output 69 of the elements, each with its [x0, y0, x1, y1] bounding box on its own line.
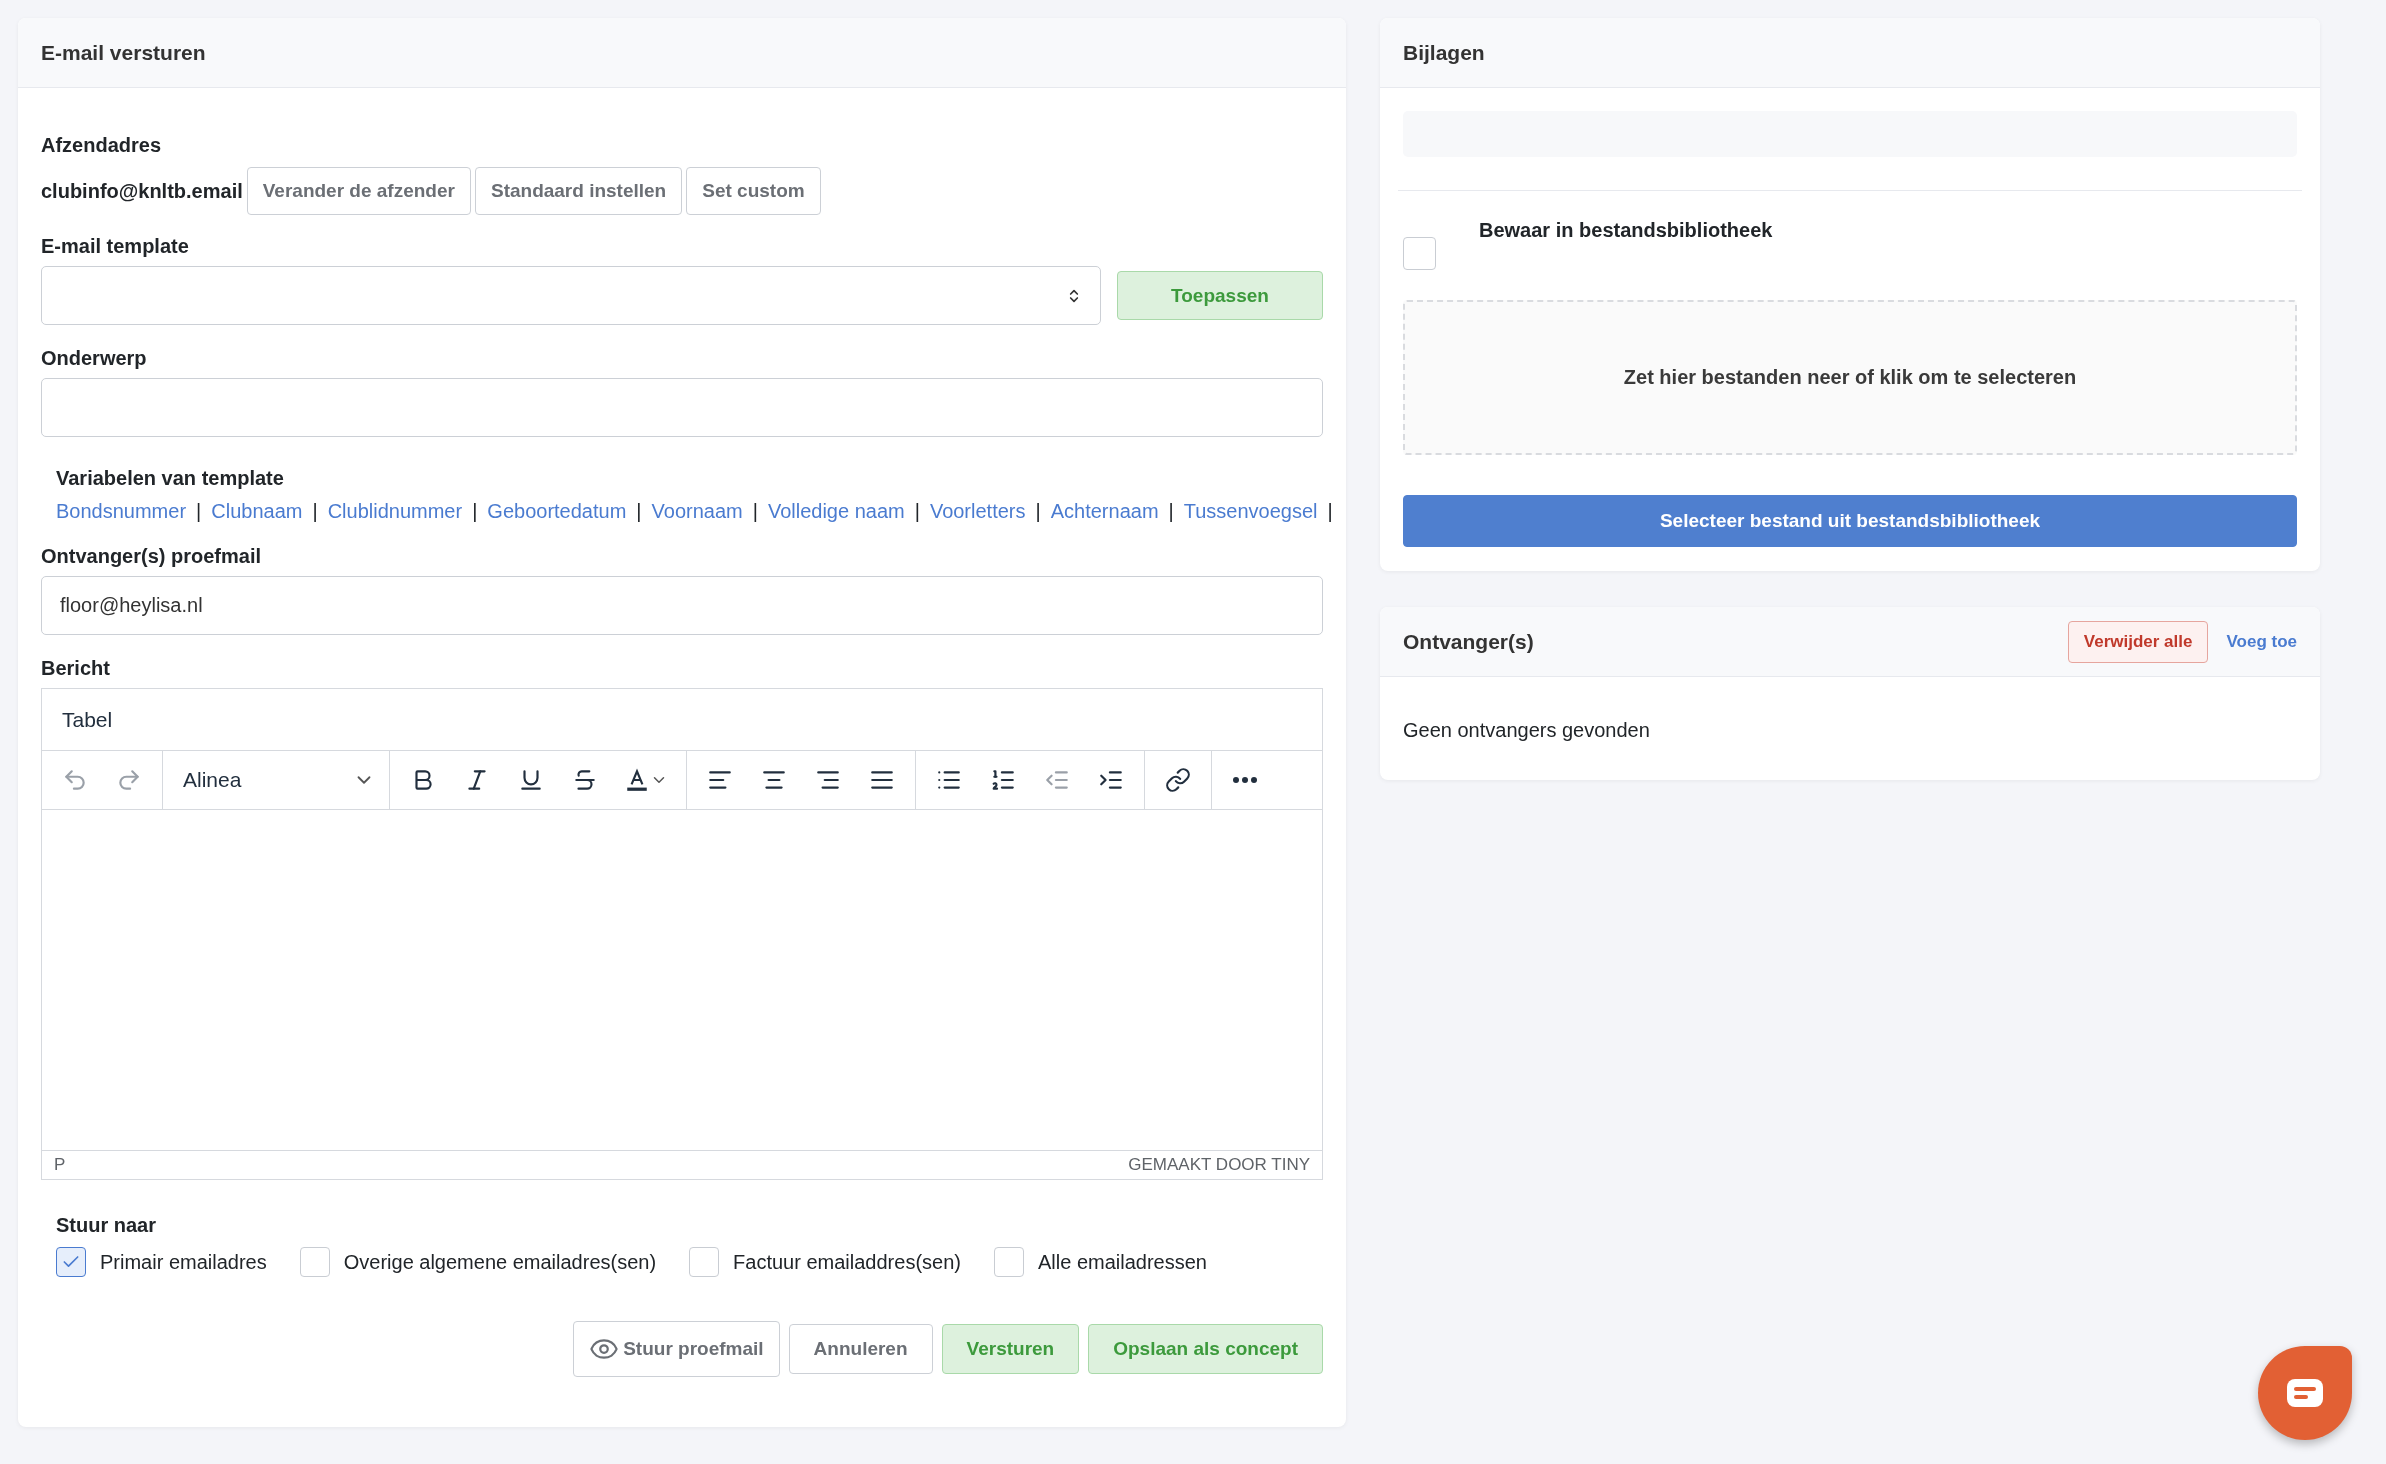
field-label: Onderwerp — [41, 347, 147, 370]
separator-text: | — [312, 500, 318, 523]
file-dropzone[interactable]: Zet hier bestanden neer of klik om te selecteren — [1403, 300, 2297, 455]
subject-input[interactable] — [41, 378, 1323, 437]
template-variable-link[interactable]: Achternaam — [1050, 500, 1159, 523]
action-button[interactable]: Versturen — [941, 1324, 1080, 1374]
sender-button[interactable]: Verander de afzender — [246, 167, 471, 215]
card-title: E-mail versturen — [41, 40, 206, 65]
remove-all-button[interactable]: Verwijder alle — [2067, 620, 2209, 663]
apply-button[interactable]: Toepassen — [1117, 271, 1323, 320]
action-button[interactable]: Opslaan als concept — [1088, 1324, 1323, 1374]
separator-text: | — [472, 500, 478, 523]
test-email-input[interactable]: floor@heylisa.nl — [41, 576, 1323, 635]
template-variable-link[interactable]: Voornaam — [651, 500, 743, 523]
template-variable-link[interactable]: Voorletters — [929, 500, 1026, 523]
separator-text: | — [1035, 500, 1041, 523]
checkbox[interactable] — [993, 1247, 1024, 1277]
rich-text-editor[interactable]: Tabel Alinea P GEMAAKT DOOR TINY — [41, 688, 1323, 1180]
checkbox-label: Overige algemene emailadres(sen) — [343, 1250, 657, 1274]
sender-button[interactable]: Standaard instellen — [474, 167, 683, 215]
underline-icon — [518, 767, 544, 793]
template-variable-link[interactable]: Bondsnummer — [56, 500, 187, 523]
block-format-select[interactable]: Alinea — [171, 758, 381, 802]
field-label: E-mail template — [41, 235, 189, 258]
redo-icon — [116, 767, 142, 793]
template-variable-link[interactable]: Geboortedatum — [487, 500, 627, 523]
strikethrough-icon — [572, 767, 598, 793]
library-button[interactable]: Selecteer bestand uit bestandsbibliotheek — [1403, 495, 2297, 547]
separator-text: | — [914, 500, 920, 523]
link-icon — [1165, 767, 1191, 793]
editor-branding: GEMAAKT DOOR TINY — [1128, 1155, 1310, 1175]
chat-button[interactable] — [2258, 1346, 2352, 1440]
text-color-icon — [624, 767, 650, 793]
checkbox[interactable] — [56, 1247, 86, 1277]
send-test-button[interactable]: Stuur proefmail — [573, 1321, 780, 1377]
separator-text: | — [196, 500, 202, 523]
element-path: P — [54, 1155, 66, 1175]
checkbox-label: Factuur emailaddres(sen) — [733, 1250, 961, 1274]
section-label: Variabelen van template — [56, 467, 284, 490]
checkbox[interactable] — [689, 1247, 720, 1277]
field-label: Stuur naar — [56, 1214, 157, 1237]
more-icon — [1233, 777, 1257, 783]
empty-message: Geen ontvangers gevonden — [1403, 719, 1651, 742]
field-label: Ontvanger(s) proefmail — [41, 545, 262, 568]
numbered-list-icon — [990, 767, 1016, 793]
separator-text: | — [636, 500, 642, 523]
checkbox-label: Alle emailadressen — [1037, 1250, 1207, 1274]
editor-menu-item[interactable]: Tabel — [50, 701, 125, 738]
template-variable-link[interactable]: Tussenvoegsel — [1183, 500, 1318, 523]
sender-button[interactable]: Set custom — [686, 167, 821, 215]
add-link[interactable]: Voeg toe — [2226, 631, 2297, 652]
cancel-button[interactable]: Annuleren — [788, 1324, 933, 1374]
chat-icon — [2287, 1379, 2323, 1407]
field-label: Afzendadres — [41, 134, 162, 157]
separator-text: | — [1327, 500, 1333, 523]
separator-text: | — [752, 500, 758, 523]
checkbox[interactable] — [1403, 237, 1436, 270]
undo-icon — [62, 767, 88, 793]
card-title: Bijlagen — [1403, 40, 1485, 65]
checkbox[interactable] — [299, 1247, 330, 1277]
template-variable-link[interactable]: Volledige naam — [767, 500, 905, 523]
separator-text: | — [1168, 500, 1174, 523]
checkbox-label: Bewaar in bestandsbibliotheek — [1479, 219, 1773, 242]
field-label: Bericht — [41, 657, 110, 680]
template-variable-link[interactable]: Clublidnummer — [327, 500, 463, 523]
template-variable-link[interactable]: Clubnaam — [211, 500, 303, 523]
card-title: Ontvanger(s) — [1403, 629, 1534, 654]
checkbox-label: Primair emailadres — [100, 1250, 267, 1274]
sender-address: clubinfo@knltb.email — [41, 179, 243, 203]
